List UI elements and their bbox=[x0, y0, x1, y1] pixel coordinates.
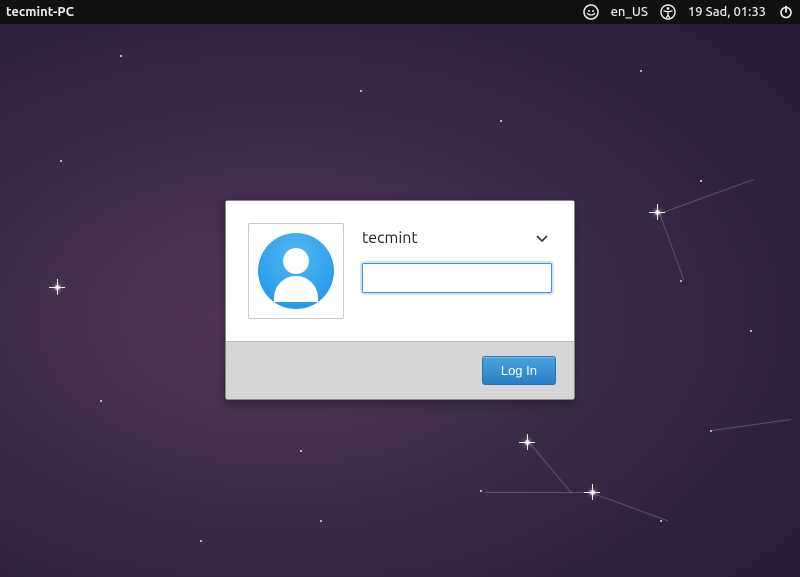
password-input[interactable] bbox=[362, 263, 552, 293]
accessibility-icon[interactable] bbox=[660, 4, 676, 20]
language-label: en_US bbox=[611, 5, 648, 19]
login-button[interactable]: Log In bbox=[482, 356, 556, 385]
indicator-desktop-icon[interactable] bbox=[583, 4, 599, 20]
clock-indicator[interactable]: 19 Sad, 01:33 bbox=[688, 5, 766, 19]
login-bottom-bar: Log In bbox=[226, 341, 574, 399]
power-icon[interactable] bbox=[778, 4, 794, 20]
login-fields: tecmint bbox=[362, 223, 552, 319]
datetime-label: 19 Sad, 01:33 bbox=[688, 5, 766, 19]
chevron-down-icon[interactable] bbox=[532, 225, 552, 251]
login-top-section: tecmint bbox=[226, 201, 574, 341]
panel-hostname: tecmint-PC bbox=[6, 5, 583, 19]
top-panel: tecmint-PC en_US 19 Sad, 01:33 bbox=[0, 0, 800, 24]
user-avatar-icon bbox=[258, 233, 334, 309]
user-avatar-frame bbox=[248, 223, 344, 319]
username-label: tecmint bbox=[362, 229, 418, 247]
hostname-label: tecmint-PC bbox=[6, 5, 74, 19]
login-dialog: tecmint Log In bbox=[225, 200, 575, 400]
language-indicator[interactable]: en_US bbox=[611, 5, 648, 19]
username-selector[interactable]: tecmint bbox=[362, 223, 552, 251]
